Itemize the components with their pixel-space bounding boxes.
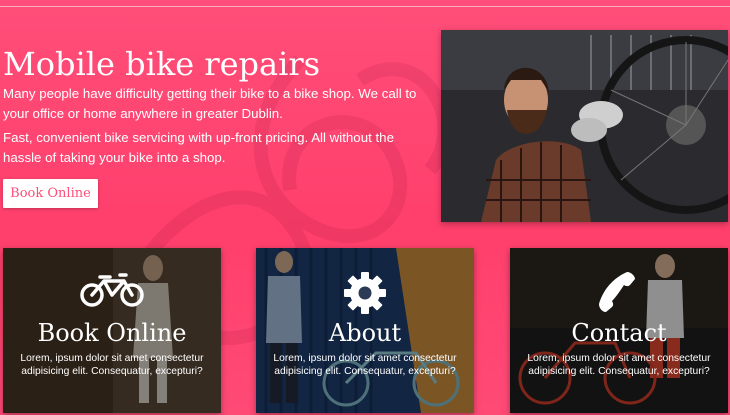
- card-title: Book Online: [37, 319, 187, 347]
- card-title: About: [328, 319, 402, 347]
- book-online-button[interactable]: Book Online: [3, 179, 98, 208]
- card-description: Lorem, ipsum dolor sit amet consectetur …: [20, 353, 204, 377]
- card-book-online[interactable]: Book Online Lorem, ipsum dolor sit amet …: [3, 248, 221, 413]
- gear-icon: [344, 272, 386, 314]
- card-title: Contact: [571, 319, 667, 347]
- card-about[interactable]: About Lorem, ipsum dolor sit amet consec…: [256, 248, 474, 413]
- card-description: Lorem, ipsum dolor sit amet consectetur …: [273, 353, 457, 377]
- intro-paragraph: Many people have difficulty getting thei…: [3, 86, 417, 121]
- phone-icon: [599, 272, 635, 312]
- page-title: Mobile bike repairs: [3, 45, 321, 83]
- card-contact[interactable]: Contact Lorem, ipsum dolor sit amet cons…: [510, 248, 728, 413]
- card-description: Lorem, ipsum dolor sit amet consectetur …: [527, 353, 711, 377]
- mechanic-photo: [441, 30, 728, 222]
- bicycle-icon: [80, 273, 144, 307]
- top-divider: [0, 6, 730, 7]
- pricing-paragraph: Fast, convenient bike servicing with up-…: [3, 130, 394, 165]
